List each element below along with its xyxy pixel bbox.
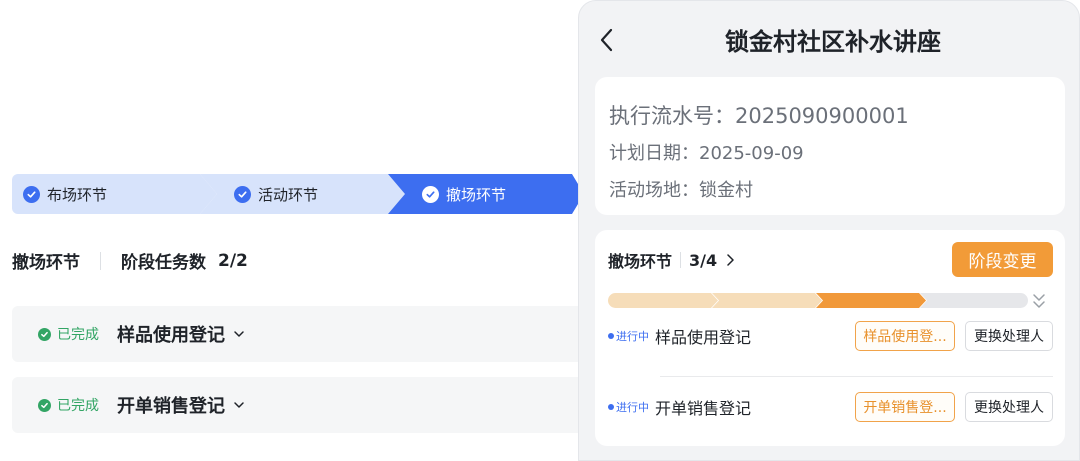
info-card: 执行流水号：2025090900001 计划日期：2025-09-09 活动场地…: [595, 77, 1065, 215]
status-badge: 进行中: [608, 399, 649, 415]
step-teardown[interactable]: 撤场环节: [388, 174, 584, 214]
task-name: 样品使用登记: [117, 325, 225, 346]
task-name: 开单销售登记: [655, 399, 752, 418]
progress-segment: [712, 293, 822, 308]
task-action-button[interactable]: 开单销售登...: [855, 392, 955, 422]
step-label: 撤场环节: [446, 185, 507, 204]
step-label: 活动环节: [258, 185, 319, 204]
chevron-right-icon[interactable]: [723, 253, 737, 267]
task-row: 进行中 样品使用登记 样品使用登... 更换处理人: [608, 319, 1053, 353]
stage-progress-bar: [608, 293, 1028, 308]
stage-progress[interactable]: 3/4: [689, 251, 717, 270]
divider: [660, 376, 1053, 377]
check-circle-icon: [422, 185, 439, 203]
task-row: 进行中 开单销售登记 开单销售登... 更换处理人: [608, 390, 1053, 424]
task-name: 样品使用登记: [655, 328, 752, 347]
phase-name: 撤场环节: [12, 253, 80, 273]
task-name: 开单销售登记: [117, 396, 225, 417]
check-circle-icon: [38, 398, 51, 412]
page: 布场环节 活动环节 撤场环节 撤场环节 阶段任务数 2/2 已完成 样品使用登记: [0, 0, 1080, 461]
progress-segment: [920, 293, 1028, 308]
double-chevron-down-icon[interactable]: [1032, 292, 1046, 310]
phase-summary: 撤场环节 阶段任务数 2/2: [12, 248, 248, 274]
phase-count-label: 阶段任务数: [121, 253, 206, 273]
status-badge-label: 进行中: [616, 401, 649, 414]
stage-name: 撤场环节: [608, 252, 673, 271]
nav-bar: 锁金村社区补水讲座: [579, 1, 1079, 77]
progress-segment: [816, 293, 926, 308]
status-badge: 进行中: [608, 328, 649, 344]
stage-card: 撤场环节 3/4 阶段变更 进行中 样品使用登记 样品使用登... 更换处理人 …: [595, 230, 1065, 446]
step-label: 布场环节: [47, 185, 108, 204]
divider: [100, 251, 101, 270]
task-card[interactable]: 已完成 开单销售登记: [12, 377, 584, 433]
stage-stepper: 布场环节 活动环节 撤场环节: [12, 174, 584, 214]
task-status: 已完成: [57, 398, 99, 414]
task-action-button[interactable]: 样品使用登...: [855, 321, 955, 351]
reassign-button[interactable]: 更换处理人: [965, 392, 1053, 422]
progress-segment: [608, 293, 718, 308]
chevron-down-icon[interactable]: [233, 328, 245, 340]
check-circle-icon: [234, 185, 251, 203]
stage-change-button[interactable]: 阶段变更: [952, 242, 1053, 277]
mobile-preview: 锁金村社区补水讲座 执行流水号：2025090900001 计划日期：2025-…: [578, 0, 1080, 461]
stage-header: 撤场环节 3/4 阶段变更: [608, 242, 1053, 278]
back-arrow-icon[interactable]: [597, 27, 617, 53]
check-circle-icon: [38, 327, 51, 341]
plan-date: 计划日期：2025-09-09: [609, 142, 804, 164]
step-activity[interactable]: 活动环节: [200, 174, 418, 214]
serial-number: 执行流水号：2025090900001: [609, 104, 909, 128]
task-card[interactable]: 已完成 样品使用登记: [12, 306, 584, 362]
step-setup[interactable]: 布场环节: [12, 174, 217, 214]
reassign-button[interactable]: 更换处理人: [965, 321, 1053, 351]
phase-count: 2/2: [218, 250, 248, 271]
status-dot-icon: [608, 404, 614, 410]
status-dot-icon: [608, 333, 614, 339]
divider: [680, 252, 682, 268]
page-title: 锁金村社区补水讲座: [725, 27, 941, 56]
status-badge-label: 进行中: [616, 330, 649, 343]
task-status: 已完成: [57, 327, 99, 343]
chevron-down-icon[interactable]: [233, 399, 245, 411]
check-circle-icon: [23, 185, 40, 203]
venue: 活动场地：锁金村: [609, 179, 753, 201]
